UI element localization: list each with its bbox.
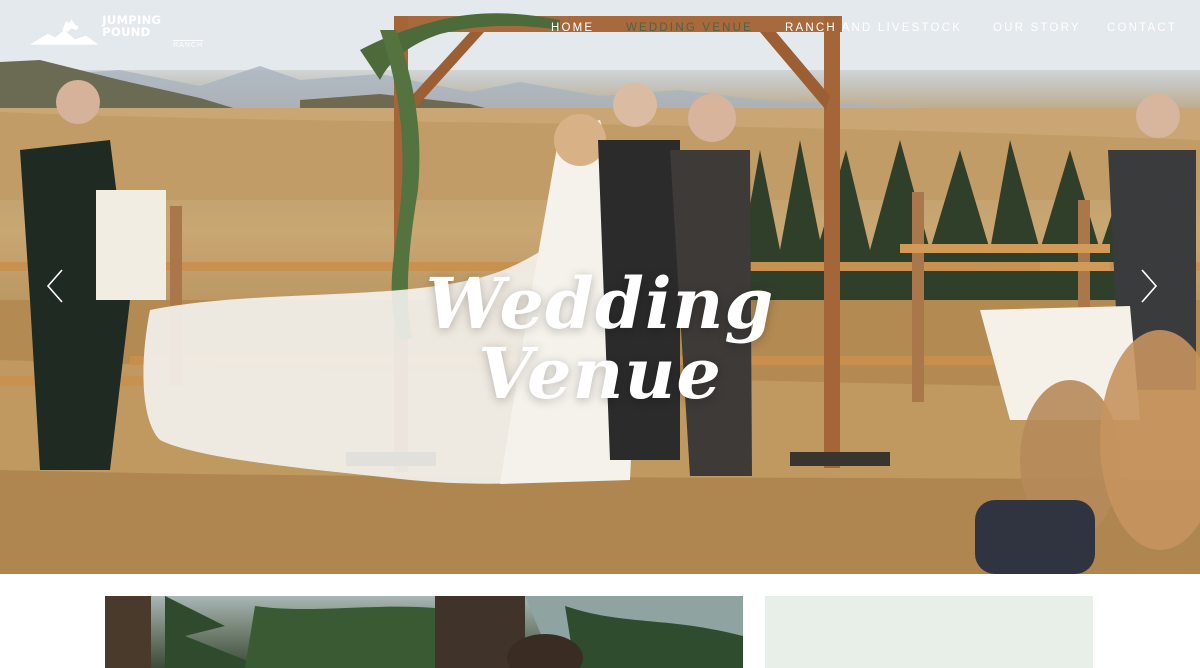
nav-wedding-venue[interactable]: WEDDING VENUE bbox=[626, 22, 753, 34]
chevron-right-icon bbox=[1141, 269, 1158, 303]
hero-slideshow: JUMPING POUND RANCH HOME WEDDING VENUE R… bbox=[0, 0, 1200, 574]
hero-title: Wedding Venue bbox=[425, 261, 775, 415]
slide-prev-button[interactable] bbox=[44, 268, 68, 304]
brand-subname: RANCH bbox=[173, 40, 203, 49]
nav-our-story[interactable]: OUR STORY bbox=[993, 22, 1081, 34]
content-photo bbox=[105, 596, 743, 668]
chevron-left-icon bbox=[46, 269, 63, 303]
slide-next-button[interactable] bbox=[1136, 268, 1160, 304]
content-panel bbox=[765, 596, 1093, 668]
nav-contact[interactable]: CONTACT bbox=[1107, 22, 1177, 34]
nav-home[interactable]: HOME bbox=[551, 22, 594, 34]
main-nav: HOME WEDDING VENUE RANCH AND LIVESTOCK O… bbox=[0, 22, 1200, 38]
nav-ranch-and-livestock[interactable]: RANCH AND LIVESTOCK bbox=[785, 22, 962, 34]
trees-photo bbox=[105, 596, 743, 668]
